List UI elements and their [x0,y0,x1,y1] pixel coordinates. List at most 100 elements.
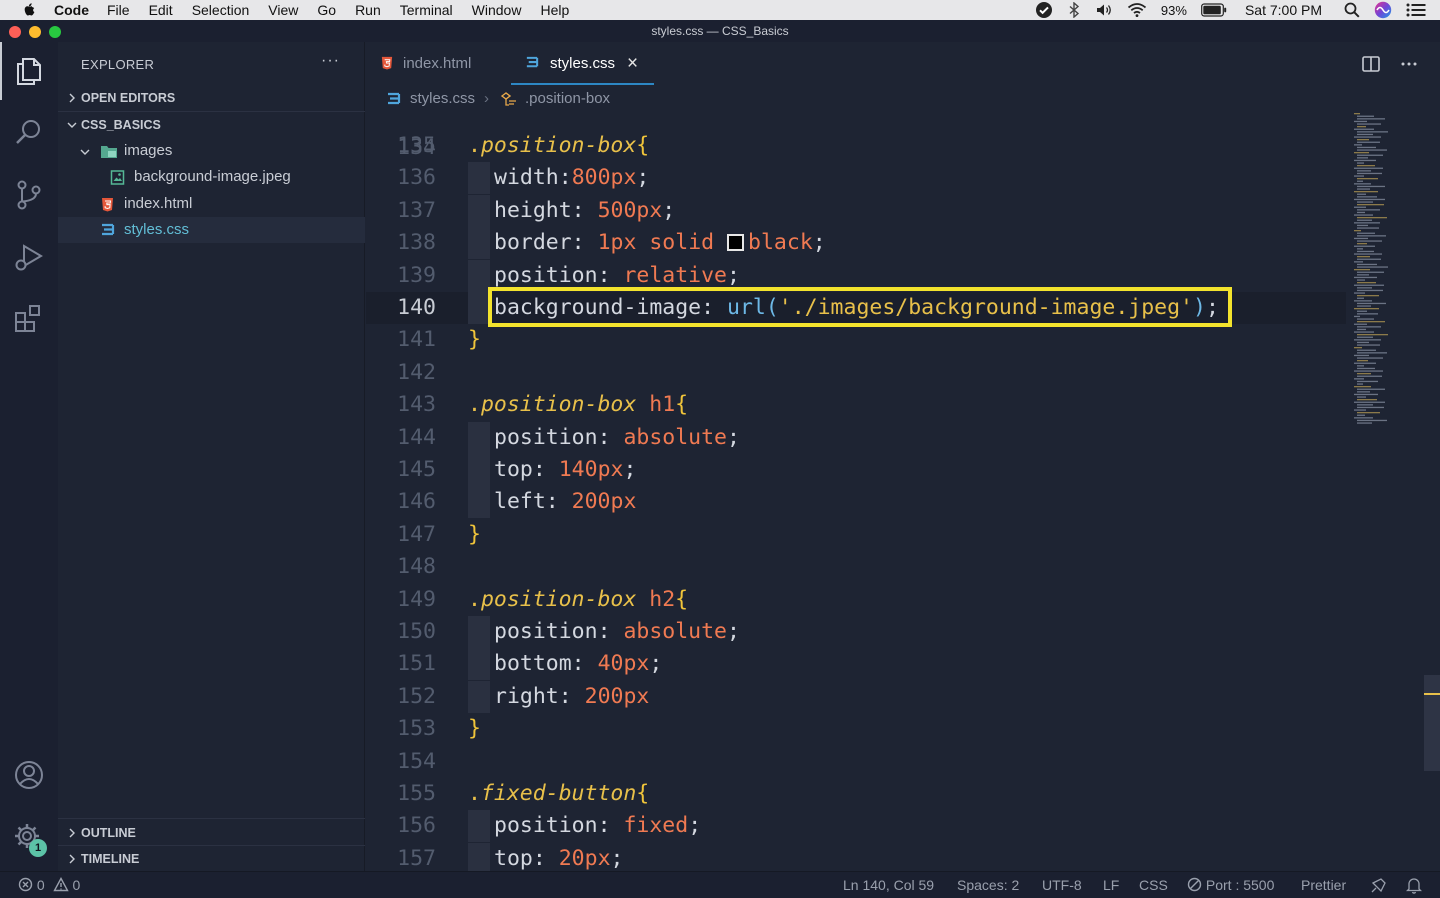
minimap-line [1357,412,1380,414]
code-line[interactable]: 153} [366,713,1346,745]
open-editors-section[interactable]: OPEN EDITORS [58,85,365,111]
extensions-icon[interactable] [12,302,46,336]
breadcrumb-symbol[interactable]: .position-box [525,85,610,113]
bluetooth-icon[interactable] [1067,2,1081,18]
code-line[interactable]: 152 right: 200px [366,680,1346,713]
wifi-icon[interactable] [1127,2,1147,18]
close-window-button[interactable] [9,26,21,38]
menu-edit[interactable]: Edit [149,2,173,18]
tab-close-icon[interactable]: × [627,42,638,85]
css-icon [526,56,539,68]
notifications-bell-icon[interactable] [1406,877,1422,894]
code-token: : [571,197,598,223]
css-file-icon [102,223,115,236]
feedback-icon[interactable] [1370,877,1387,894]
activity-bar: 1 [0,42,58,871]
volume-icon[interactable] [1095,2,1113,18]
code-line[interactable]: 136 width:800px; [366,162,1346,195]
tree-item-background-image[interactable]: background-image.jpeg [58,164,365,190]
scrollbar-position-marker [1424,693,1440,695]
code-line[interactable]: 154 [366,746,1346,778]
code-line[interactable]: 137 height: 500px; [366,194,1346,227]
tree-item-styles-css[interactable]: styles.css [58,217,365,243]
minimize-window-button[interactable] [29,26,41,38]
tree-item-images-folder[interactable]: images [58,138,365,164]
menu-terminal[interactable]: Terminal [400,2,453,18]
minimap-line [1354,253,1382,255]
menu-app-name[interactable]: Code [54,2,89,18]
explorer-more-actions-button[interactable]: ··· [321,52,340,70]
code-token: { [636,781,650,806]
explorer-files-icon[interactable] [12,54,46,88]
file-encoding[interactable]: UTF-8 [1042,872,1082,898]
code-line[interactable]: 141} [366,324,1346,356]
language-mode[interactable]: CSS [1139,872,1168,898]
code-line[interactable]: 157 top: 20px; [366,842,1346,871]
project-folder-section[interactable]: CSS_BASICS [58,112,365,138]
tab-styles-css[interactable]: styles.css × [511,42,654,85]
more-actions-icon[interactable] [1399,54,1419,74]
zoom-window-button[interactable] [49,26,61,38]
code-line[interactable]: 155 .fixed-button{ [366,778,1346,810]
prettier-formatter[interactable]: Prettier [1301,872,1346,898]
color-swatch-icon[interactable] [727,234,745,252]
code-editor[interactable]: 134 135 .position-box{136 width:800px; 137 h… [366,113,1346,871]
code-line[interactable]: 144 position: absolute; [366,421,1346,454]
code-line[interactable]: 149 .position-box h2{ [366,584,1346,616]
code-token: 20px [558,845,611,871]
menu-selection[interactable]: Selection [192,2,250,18]
accounts-icon[interactable] [12,758,46,792]
menu-window[interactable]: Window [472,2,522,18]
apple-icon[interactable] [18,3,40,17]
menu-file[interactable]: File [107,2,130,18]
menu-run[interactable]: Run [355,2,381,18]
outline-section[interactable]: OUTLINE [58,820,365,846]
minimap-line [1357,123,1381,125]
battery-icon[interactable] [1201,3,1227,17]
code-line[interactable]: 135 .position-box{ [366,130,1346,162]
indentation-setting[interactable]: Spaces: 2 [957,872,1019,898]
code-token: . [468,586,481,612]
minimap-line [1357,313,1378,315]
tab-index-html[interactable]: index.html [366,42,511,85]
minimap-line [1354,378,1364,380]
code-line[interactable]: 147} [366,519,1346,551]
end-of-line[interactable]: LF [1103,872,1119,898]
split-editor-icon[interactable] [1361,54,1381,74]
menu-help[interactable]: Help [540,2,569,18]
code-line[interactable]: 138 border: 1px solid black; [366,227,1346,260]
line-number: 153 [397,716,436,742]
problems-indicator[interactable]: 0 0 [18,872,80,898]
run-and-debug-icon[interactable] [12,240,46,274]
spotlight-search-icon[interactable] [1344,2,1360,18]
live-server-port[interactable]: Port : 5500 [1187,872,1274,898]
code-line[interactable]: 150 position: absolute; [366,616,1346,648]
timeline-label: TIMELINE [81,852,140,866]
minimap-line [1357,217,1387,219]
tab-label: index.html [403,55,472,72]
breadcrumb-file[interactable]: styles.css [410,85,475,113]
checkmark-circle-icon[interactable] [1035,1,1053,19]
search-icon[interactable] [12,115,46,149]
cursor-position[interactable]: Ln 140, Col 59 [843,872,934,898]
line-number: 147 [397,521,436,547]
siri-icon[interactable] [1374,1,1392,19]
code-token: fixed [623,813,689,839]
menu-bar-clock[interactable]: Sat 7:00 PM [1245,2,1322,18]
tree-item-index-html[interactable]: index.html [58,191,365,217]
indent-guide [468,194,490,227]
code-line[interactable]: 156 position: fixed; [366,810,1346,843]
code-line[interactable]: 143 .position-box h1{ [366,389,1346,421]
code-line[interactable]: 151 bottom: 40px; [366,648,1346,681]
code-line[interactable]: 146 left: 200px [366,486,1346,519]
code-line[interactable]: 148 [366,551,1346,583]
menu-go[interactable]: Go [317,2,336,18]
menu-view[interactable]: View [268,2,298,18]
code-line[interactable]: 142 [366,357,1346,389]
timeline-section[interactable]: TIMELINE [58,846,365,872]
code-token: ; [727,262,740,288]
control-center-icon[interactable] [1406,3,1426,17]
source-control-icon[interactable] [12,178,46,212]
code-line[interactable]: 145 top: 140px; [366,454,1346,486]
vertical-scrollbar-thumb[interactable] [1424,675,1440,771]
